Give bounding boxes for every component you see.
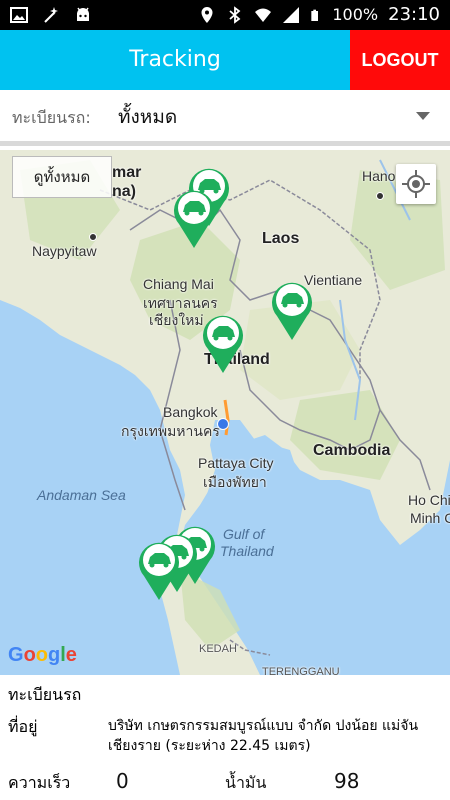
location-icon (201, 6, 213, 23)
map-terrain (0, 150, 450, 675)
map-label-pattaya-th: เมืองพัทยา (203, 474, 267, 490)
logout-button[interactable]: LOGOUT (350, 30, 450, 90)
fuel-value: 98 (334, 769, 360, 793)
page-title: Tracking (129, 47, 221, 72)
naypyitaw-marker-dot (89, 233, 97, 241)
speed-label: ความเร็ว (8, 773, 71, 792)
map-label-laos: Laos (262, 230, 300, 247)
bluetooth-icon (229, 5, 241, 24)
image-icon (10, 7, 28, 23)
fuel-label: น้ำมัน (225, 773, 267, 792)
magic-wand-icon (44, 7, 58, 23)
clock: 23:10 (388, 4, 440, 25)
speed-value: 0 (116, 769, 129, 793)
map-label-chiang-mai-th: เชียงใหม่ (149, 312, 204, 328)
status-bar: 100% 23:10 (0, 0, 450, 30)
map-label-chiang-mai: Chiang Mai (143, 276, 214, 292)
plate-label: ทะเบียนรถ (8, 685, 82, 704)
signal-icon (283, 6, 300, 23)
map-label-cambodia: Cambodia (313, 442, 391, 459)
vehicle-marker[interactable] (171, 186, 217, 248)
map-label-myanmar-2: na) (112, 183, 136, 200)
map-label-terengganu: TERENGGANU (262, 666, 340, 675)
map-label-bangkok-th: กรุงเทพมหานคร (121, 423, 220, 439)
map-label-myanmar: mar (112, 164, 142, 181)
current-location-dot (217, 418, 229, 430)
plate-selector[interactable]: ทะเบียนรถ: ทั้งหมด (0, 90, 450, 146)
dropdown-arrow-icon[interactable] (416, 112, 430, 120)
address-label: ที่อยู่ (8, 717, 38, 736)
vehicle-info-panel: ทะเบียนรถ ที่อยู่ บริษัท เกษตรกรรมสมบูรณ… (0, 675, 450, 800)
hanoi-marker-dot (376, 192, 384, 200)
map-view[interactable]: mar na) Hanoi Laos Naypyitaw Vientiane C… (0, 150, 450, 675)
map-label-gulf-thailand: Thailand (220, 543, 274, 559)
map-label-ho-chi: Ho Chi (408, 492, 450, 508)
map-label-gulf-of: Gulf of (223, 526, 265, 542)
vehicle-marker[interactable] (136, 538, 182, 600)
map-label-hanoi: Hanoi (362, 168, 399, 184)
google-logo: Google (8, 644, 77, 666)
map-label-andaman-sea: Andaman Sea (37, 487, 126, 503)
app-bar: Tracking LOGOUT (0, 30, 450, 90)
map-label-kedah: KEDAH (199, 643, 237, 655)
wifi-icon (255, 8, 272, 22)
map-label-naypyitaw: Naypyitaw (32, 243, 97, 259)
vehicle-marker[interactable] (200, 311, 246, 373)
vehicle-marker[interactable] (269, 278, 315, 340)
battery-icon (311, 9, 319, 21)
plate-selector-label: ทะเบียนรถ: (12, 108, 91, 127)
my-location-button[interactable] (396, 164, 436, 204)
map-label-bangkok: Bangkok (163, 404, 218, 420)
address-value: บริษัท เกษตรกรรมสมบูรณ์แบบ จำกัด ปงน้อย … (108, 718, 419, 754)
android-icon (77, 7, 89, 21)
map-label-pattaya: Pattaya City (198, 455, 274, 471)
crosshair-icon (402, 170, 430, 198)
plate-selector-value[interactable]: ทั้งหมด (118, 102, 177, 132)
map-label-minh-c: Minh C (410, 510, 450, 526)
battery-percent: 100% (332, 5, 379, 24)
show-all-button[interactable]: ดูทั้งหมด (12, 156, 112, 198)
